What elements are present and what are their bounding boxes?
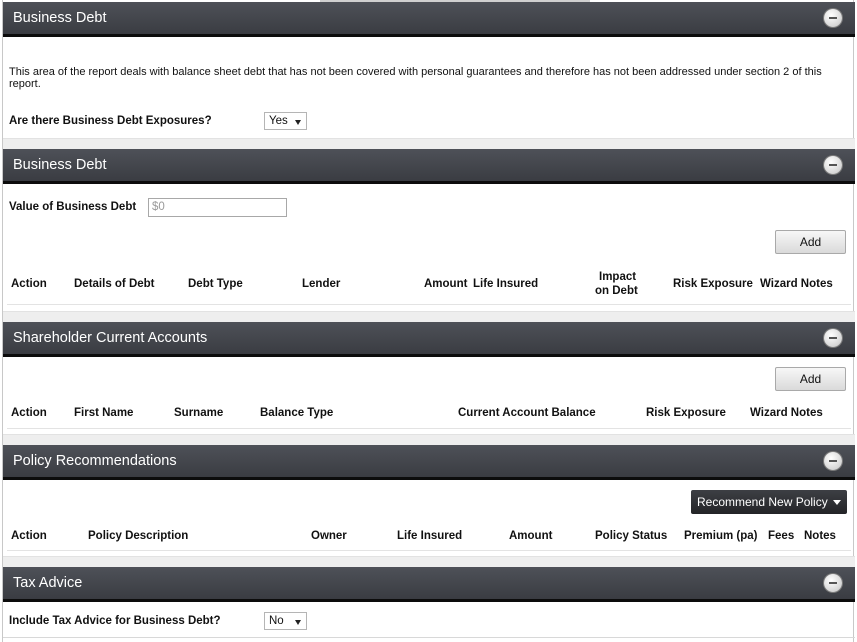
chevron-down-icon bbox=[295, 120, 301, 125]
column-header: Policy Description bbox=[88, 530, 189, 542]
column-header: Life Insured bbox=[397, 530, 463, 542]
column-header: Amount bbox=[424, 278, 468, 290]
column-header: Action bbox=[11, 407, 47, 419]
collapse-icon[interactable] bbox=[824, 9, 842, 27]
column-header: Surname bbox=[174, 407, 224, 419]
column-header: Impact bbox=[599, 271, 637, 283]
section-title: Shareholder Current Accounts bbox=[13, 330, 208, 346]
section-separator bbox=[3, 434, 855, 445]
collapse-icon[interactable] bbox=[824, 329, 842, 347]
column-header: Action bbox=[11, 530, 47, 542]
collapse-icon[interactable] bbox=[824, 156, 842, 174]
column-header: Notes bbox=[804, 530, 836, 542]
column-header: Amount bbox=[509, 530, 553, 542]
report-page: Business Debt This area of the report de… bbox=[2, 0, 855, 642]
debt-exposures-select[interactable]: Yes bbox=[264, 112, 307, 130]
section-separator bbox=[3, 556, 855, 567]
section-header-business-debt[interactable]: Business Debt bbox=[3, 2, 855, 37]
table-divider bbox=[7, 428, 851, 429]
add-debt-button[interactable]: Add bbox=[775, 230, 846, 254]
section-header-policy-recommendations[interactable]: Policy Recommendations bbox=[3, 445, 855, 480]
section-description: This area of the report deals with balan… bbox=[9, 66, 822, 90]
section-header-shareholder-accounts[interactable]: Shareholder Current Accounts bbox=[3, 322, 855, 357]
section-separator bbox=[3, 138, 855, 149]
section-title: Business Debt bbox=[13, 10, 107, 26]
column-header: Owner bbox=[311, 530, 347, 542]
table-divider bbox=[7, 550, 851, 551]
column-header: Lender bbox=[302, 278, 341, 290]
business-debt-value-input[interactable]: $0 bbox=[148, 198, 287, 217]
add-shareholder-button[interactable]: Add bbox=[775, 367, 846, 391]
button-label: Recommend New Policy bbox=[697, 495, 828, 509]
section-separator bbox=[3, 311, 855, 322]
tax-advice-label: Include Tax Advice for Business Debt? bbox=[9, 615, 221, 627]
chevron-down-icon bbox=[295, 620, 301, 625]
column-header: Risk Exposure bbox=[673, 278, 753, 290]
column-header: Debt Type bbox=[188, 278, 243, 290]
column-header: Fees bbox=[768, 530, 795, 542]
section-header-business-debt-details[interactable]: Business Debt bbox=[3, 149, 855, 184]
section-header-tax-advice[interactable]: Tax Advice bbox=[3, 567, 855, 602]
column-header: Action bbox=[11, 278, 47, 290]
column-header: Risk Exposure bbox=[646, 407, 726, 419]
collapse-icon[interactable] bbox=[824, 574, 842, 592]
select-value: No bbox=[269, 615, 284, 627]
chevron-down-icon bbox=[833, 500, 841, 505]
column-header: Details of Debt bbox=[74, 278, 155, 290]
debt-exposures-label: Are there Business Debt Exposures? bbox=[9, 115, 212, 127]
column-header: Current Account Balance bbox=[458, 407, 596, 419]
column-header: Balance Type bbox=[260, 407, 334, 419]
column-header: on Debt bbox=[595, 285, 638, 297]
column-header: First Name bbox=[74, 407, 134, 419]
recommend-new-policy-button[interactable]: Recommend New Policy bbox=[691, 490, 847, 514]
tax-advice-select[interactable]: No bbox=[264, 612, 307, 630]
section-title: Business Debt bbox=[13, 157, 107, 173]
section-title: Tax Advice bbox=[13, 575, 83, 591]
column-header: Wizard Notes bbox=[760, 278, 833, 290]
column-header: Life Insured bbox=[473, 278, 539, 290]
table-divider bbox=[7, 304, 851, 305]
section-title: Policy Recommendations bbox=[13, 453, 177, 469]
column-header: Policy Status bbox=[595, 530, 668, 542]
bottom-border bbox=[3, 637, 855, 638]
collapse-icon[interactable] bbox=[824, 452, 842, 470]
select-value: Yes bbox=[269, 115, 288, 127]
business-debt-value-label: Value of Business Debt bbox=[9, 201, 137, 213]
column-header: Wizard Notes bbox=[750, 407, 823, 419]
column-header: Premium (pa) bbox=[684, 530, 758, 542]
